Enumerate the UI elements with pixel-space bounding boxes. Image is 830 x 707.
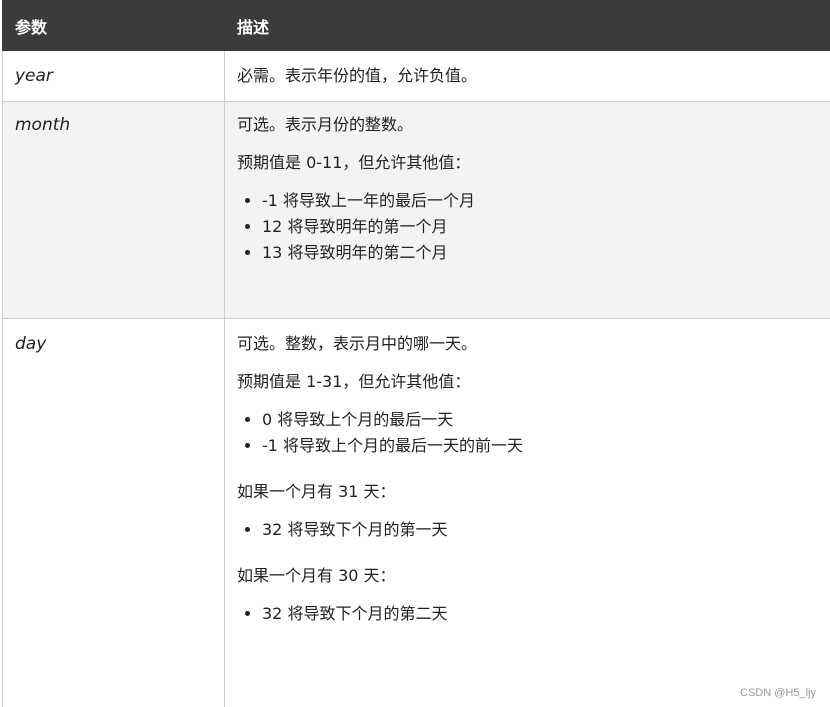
day-values-list: 0 将导致上个月的最后一天 -1 将导致上个月的最后一天的前一天 bbox=[237, 407, 818, 459]
desc-day-range: 预期值是 1-31，但允许其他值： bbox=[237, 372, 471, 391]
desc-month-range: 预期值是 0-11，但允许其他值： bbox=[237, 153, 471, 172]
list-item: 13 将导致明年的第二个月 bbox=[262, 240, 818, 266]
list-item: 32 将导致下个月的第一天 bbox=[262, 517, 818, 543]
watermark: CSDN @H5_ljy bbox=[740, 687, 816, 699]
desc-day-text: 可选。整数，表示月中的哪一天。 bbox=[237, 334, 478, 353]
param-name-year: year bbox=[15, 66, 53, 86]
parameters-table: 参数 描述 year 必需。表示年份的值，允许负值。 month 可选。表示月份… bbox=[2, 0, 830, 707]
desc-day-30-days: 如果一个月有 30 天： bbox=[237, 566, 396, 585]
desc-day-31-days: 如果一个月有 31 天： bbox=[237, 482, 396, 501]
list-item: -1 将导致上一年的最后一个月 bbox=[262, 188, 818, 214]
table-row-year: year 必需。表示年份的值，允许负值。 bbox=[2, 50, 830, 102]
desc-cell-day: 可选。整数，表示月中的哪一天。 预期值是 1-31，但允许其他值： 0 将导致上… bbox=[224, 318, 830, 707]
desc-cell-month: 可选。表示月份的整数。 预期值是 0-11，但允许其他值： -1 将导致上一年的… bbox=[224, 101, 830, 319]
param-cell-month: month bbox=[2, 101, 225, 319]
list-item: 0 将导致上个月的最后一天 bbox=[262, 407, 818, 433]
list-item: -1 将导致上个月的最后一天的前一天 bbox=[262, 433, 818, 459]
header-param: 参数 bbox=[2, 0, 225, 51]
list-item: 12 将导致明年的第一个月 bbox=[262, 214, 818, 240]
day-31-list: 32 将导致下个月的第一天 bbox=[237, 517, 818, 543]
param-cell-day: day bbox=[2, 318, 225, 707]
table-row-day: day 可选。整数，表示月中的哪一天。 预期值是 1-31，但允许其他值： 0 … bbox=[2, 318, 830, 707]
table-header-row: 参数 描述 bbox=[2, 0, 830, 51]
header-description: 描述 bbox=[224, 0, 830, 51]
desc-month-text: 可选。表示月份的整数。 bbox=[237, 115, 414, 134]
param-name-day: day bbox=[15, 334, 47, 354]
day-30-list: 32 将导致下个月的第二天 bbox=[237, 601, 818, 627]
list-item: 32 将导致下个月的第二天 bbox=[262, 601, 818, 627]
desc-year-text: 必需。表示年份的值，允许负值。 bbox=[237, 66, 478, 85]
page: 参数 描述 year 必需。表示年份的值，允许负值。 month 可选。表示月份… bbox=[0, 0, 830, 707]
table-row-month: month 可选。表示月份的整数。 预期值是 0-11，但允许其他值： -1 将… bbox=[2, 101, 830, 319]
desc-cell-year: 必需。表示年份的值，允许负值。 bbox=[224, 50, 830, 102]
param-cell-year: year bbox=[2, 50, 225, 102]
month-values-list: -1 将导致上一年的最后一个月 12 将导致明年的第一个月 13 将导致明年的第… bbox=[237, 188, 818, 266]
param-name-month: month bbox=[15, 115, 71, 135]
